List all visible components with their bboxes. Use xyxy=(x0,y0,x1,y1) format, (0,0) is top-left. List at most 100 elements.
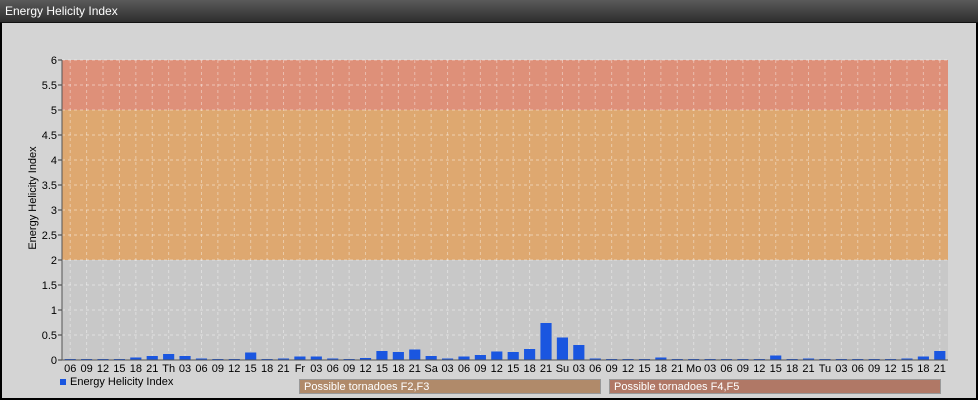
x-tick-label: 03 xyxy=(179,363,191,375)
x-tick-label: 09 xyxy=(212,363,224,375)
x-tick-label: 21 xyxy=(934,363,946,375)
x-tick-label: 15 xyxy=(113,363,125,375)
x-tick-label: 09 xyxy=(343,363,355,375)
x-tick-label: 03 xyxy=(704,363,716,375)
bar xyxy=(409,349,421,360)
bar xyxy=(310,356,322,360)
y-tick-label: 3 xyxy=(51,205,57,217)
bar xyxy=(917,356,929,360)
x-tick-label: 06 xyxy=(458,363,470,375)
y-tick-label: 0.5 xyxy=(42,330,57,342)
x-tick-label: 06 xyxy=(720,363,732,375)
x-tick-label: 03 xyxy=(310,363,322,375)
x-tick-label: 18 xyxy=(523,363,535,375)
x-tick-label: 15 xyxy=(507,363,519,375)
x-tick-label: 15 xyxy=(245,363,257,375)
x-tick-label: Tu xyxy=(819,363,831,375)
chart-window: Energy Helicity Index 0 0.5 1 1.5 2 2.5 3 3.5 4 4… xyxy=(0,0,978,400)
x-tick-label: 21 xyxy=(146,363,158,375)
y-tick-label: 2.5 xyxy=(42,230,57,242)
bar xyxy=(458,356,470,360)
chart-plot: 0 0.5 1 1.5 2 2.5 3 3.5 4 4.5 5 5.5 6 06 09 12 15 18 21 Th 0… xyxy=(27,55,948,375)
x-tick-label: 09 xyxy=(606,363,618,375)
bar xyxy=(245,352,257,360)
legend-series-marker xyxy=(60,379,66,386)
legend-band-f4f5-label: Possible tornadoes F4,F5 xyxy=(614,381,740,393)
x-tick-label: 18 xyxy=(786,363,798,375)
y-tick-label: 5.5 xyxy=(42,80,57,92)
x-tick-label: 12 xyxy=(884,363,896,375)
y-tick-label: 1 xyxy=(51,305,57,317)
legend-band-f2f3-label: Possible tornadoes F2,F3 xyxy=(304,381,430,393)
title-bar: Energy Helicity Index xyxy=(0,0,978,23)
x-tick-label: 06 xyxy=(195,363,207,375)
bar xyxy=(425,356,437,360)
x-tick-label: 06 xyxy=(64,363,76,375)
y-tick-label: 4.5 xyxy=(42,130,57,142)
x-tick-label: 06 xyxy=(852,363,864,375)
x-tick-label: 06 xyxy=(589,363,601,375)
window-title: Energy Helicity Index xyxy=(5,4,118,18)
x-tick-label: 09 xyxy=(474,363,486,375)
x-tick-label: 09 xyxy=(737,363,749,375)
x-tick-label: 12 xyxy=(622,363,634,375)
x-tick-label: 03 xyxy=(441,363,453,375)
x-tick-label: 06 xyxy=(327,363,339,375)
bar xyxy=(163,354,175,360)
x-tick-label: 12 xyxy=(753,363,765,375)
x-tick-label: Mo xyxy=(686,363,701,375)
y-tick-label: 2 xyxy=(51,255,57,267)
bar xyxy=(294,356,306,360)
bar xyxy=(934,351,946,360)
x-tick-label: 18 xyxy=(392,363,404,375)
x-tick-label: 18 xyxy=(130,363,142,375)
x-tick-label: 12 xyxy=(97,363,109,375)
x-tick-label: 03 xyxy=(835,363,847,375)
x-tick-label: 12 xyxy=(359,363,371,375)
y-tick-label: 4 xyxy=(51,155,57,167)
x-tick-label: Su xyxy=(556,363,569,375)
bar xyxy=(376,351,388,360)
legend-band-f2f3: Possible tornadoes F2,F3 xyxy=(299,379,601,394)
bar xyxy=(474,355,486,360)
x-tick-label: 21 xyxy=(671,363,683,375)
chart-panel: 0 0.5 1 1.5 2 2.5 3 3.5 4 4.5 5 5.5 6 06 09 12 15 18 21 Th 0… xyxy=(2,23,976,398)
x-tick-label: 21 xyxy=(277,363,289,375)
bar xyxy=(556,337,569,360)
legend-series-entry: Energy Helicity Index xyxy=(60,376,173,388)
x-tick-label: 15 xyxy=(770,363,782,375)
x-tick-label: 15 xyxy=(901,363,913,375)
x-tick-label: 21 xyxy=(409,363,421,375)
y-tick-label: 0 xyxy=(51,355,57,367)
bar xyxy=(524,349,536,360)
x-tick-label: 21 xyxy=(802,363,814,375)
x-tick-label: 18 xyxy=(655,363,667,375)
bar xyxy=(491,351,503,360)
x-tick-label: 15 xyxy=(638,363,650,375)
x-tick-label: 12 xyxy=(228,363,240,375)
bar xyxy=(392,352,404,360)
bar xyxy=(146,356,158,360)
y-tick-label: 5 xyxy=(51,105,57,117)
x-tick-label: 09 xyxy=(80,363,92,375)
legend-series-label: Energy Helicity Index xyxy=(70,376,174,388)
x-tick-label: 18 xyxy=(261,363,273,375)
x-tick-label: Sa xyxy=(424,363,438,375)
x-tick-label: Th xyxy=(162,363,175,375)
y-tick-label: 1.5 xyxy=(42,280,57,292)
legend-band-f4f5: Possible tornadoes F4,F5 xyxy=(609,379,941,394)
x-tick-label: 15 xyxy=(376,363,388,375)
x-tick-label: 09 xyxy=(868,363,880,375)
x-tick-label: 21 xyxy=(540,363,552,375)
bar xyxy=(770,355,782,360)
x-tick-label: 03 xyxy=(573,363,585,375)
bar xyxy=(540,323,552,360)
bar xyxy=(179,356,191,360)
x-tick-label: 18 xyxy=(917,363,929,375)
x-tick-label: 12 xyxy=(491,363,503,375)
y-tick-label: 3.5 xyxy=(42,180,57,192)
bar xyxy=(573,345,585,360)
bar xyxy=(507,352,519,360)
y-tick-label: 6 xyxy=(51,55,57,67)
x-tick-label: Fr xyxy=(295,363,306,375)
